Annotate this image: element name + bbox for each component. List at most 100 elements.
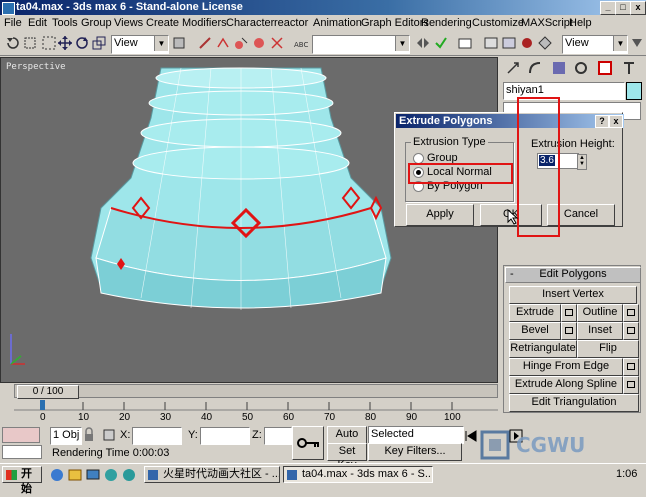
- taskbar-item-browser[interactable]: 火星时代动画大社区 - ...: [144, 466, 280, 483]
- bevel-button[interactable]: Bevel: [509, 322, 561, 340]
- z-coordinate-field[interactable]: [264, 427, 292, 445]
- quick-render-icon[interactable]: [628, 34, 646, 54]
- menu-group[interactable]: Group: [81, 16, 112, 30]
- align-icon[interactable]: [232, 34, 250, 54]
- auto-key-button[interactable]: Auto Key: [327, 426, 367, 454]
- mirror-icon[interactable]: [214, 34, 232, 54]
- menu-reactor[interactable]: reactor: [274, 16, 308, 30]
- menu-tools[interactable]: Tools: [52, 16, 78, 30]
- maxscript-output-mini[interactable]: [2, 445, 42, 459]
- schematic-icon[interactable]: [500, 34, 518, 54]
- menu-customize[interactable]: Customize: [472, 16, 524, 30]
- track-bar[interactable]: 0 10 20 30 40 50 60 70 80 90 100: [14, 399, 498, 425]
- help-button[interactable]: ?: [595, 115, 609, 128]
- x-coordinate-field[interactable]: [132, 427, 182, 445]
- mirror-tool-icon[interactable]: [414, 34, 432, 54]
- render-scene-icon[interactable]: [536, 34, 554, 54]
- selection-count: 1 Obj: [50, 427, 82, 445]
- viewport-label[interactable]: Perspective: [6, 62, 66, 72]
- set-key-mode-button[interactable]: [292, 426, 324, 460]
- quicklaunch-app-icon[interactable]: [102, 466, 120, 486]
- time-slider-thumb[interactable]: 0 / 100: [17, 385, 79, 399]
- align-tool-icon[interactable]: [432, 34, 450, 54]
- menu-help[interactable]: Help: [569, 16, 592, 30]
- outline-settings-icon[interactable]: [623, 304, 639, 322]
- taskbar-item-3dsmax[interactable]: ta04.max - 3ds max 6 - S...: [283, 466, 433, 483]
- hinge-from-edge-button[interactable]: Hinge From Edge: [509, 358, 623, 376]
- dialog-close-button[interactable]: x: [609, 115, 623, 128]
- outline-button[interactable]: Outline: [577, 304, 623, 322]
- menu-rendering[interactable]: Rendering: [421, 16, 472, 30]
- spinner-snap-icon[interactable]: [250, 34, 268, 54]
- modify-tab-icon[interactable]: [526, 59, 544, 79]
- menu-edit[interactable]: Edit: [28, 16, 47, 30]
- quicklaunch-ie-icon[interactable]: [48, 466, 66, 486]
- lock-selection-icon[interactable]: [80, 426, 98, 446]
- menu-modifiers[interactable]: Modifiers: [182, 16, 227, 30]
- bell-model: [90, 67, 392, 310]
- extrude-along-spline-button[interactable]: Extrude Along Spline: [509, 376, 623, 394]
- menu-create[interactable]: Create: [146, 16, 179, 30]
- menu-maxscript[interactable]: MAXScript: [521, 16, 573, 30]
- render-type-dropdown[interactable]: View ▼: [562, 35, 628, 54]
- hinge-settings-icon[interactable]: [623, 358, 639, 376]
- select-object-icon[interactable]: [22, 34, 40, 54]
- dialog-title-bar[interactable]: Extrude Polygons ? x: [396, 114, 624, 128]
- reference-coordinate-dropdown[interactable]: View ▼: [111, 35, 169, 54]
- bevel-settings-icon[interactable]: [561, 322, 577, 340]
- hierarchy-tab-icon[interactable]: [550, 59, 568, 79]
- rotate-icon[interactable]: [73, 34, 91, 54]
- close-button[interactable]: x: [630, 1, 646, 15]
- key-filter-selection-dropdown[interactable]: Selected: [368, 426, 464, 444]
- create-tab-icon[interactable]: [504, 59, 522, 79]
- menu-character[interactable]: Character: [226, 16, 274, 30]
- menu-views[interactable]: Views: [114, 16, 143, 30]
- move-icon[interactable]: [56, 34, 74, 54]
- curve-editor-icon[interactable]: [482, 34, 500, 54]
- snap-toggle-icon[interactable]: [268, 34, 286, 54]
- retriangulate-button[interactable]: Retriangulate: [509, 340, 577, 358]
- set-key-button[interactable]: Set Key: [327, 443, 367, 471]
- quicklaunch-outlook-icon[interactable]: [66, 466, 84, 486]
- utilities-tab-icon[interactable]: [620, 59, 638, 79]
- rollout-header[interactable]: - Edit Polygons: [505, 267, 641, 283]
- abc-icon[interactable]: ABC: [292, 34, 310, 54]
- extrude-settings-icon[interactable]: [561, 304, 577, 322]
- spinner-arrows-icon[interactable]: ▲ ▼: [577, 154, 587, 170]
- quicklaunch-desktop-icon[interactable]: [84, 466, 102, 486]
- named-selection-dropdown[interactable]: ▼: [312, 35, 410, 54]
- pivot-icon[interactable]: [170, 34, 188, 54]
- undo-icon[interactable]: [4, 34, 22, 54]
- menu-file[interactable]: File: [4, 16, 22, 30]
- layer-icon[interactable]: [456, 34, 474, 54]
- maxscript-listener-mini[interactable]: [2, 427, 40, 443]
- flip-button[interactable]: Flip: [577, 340, 639, 358]
- collapse-icon[interactable]: -: [510, 268, 514, 281]
- display-tab-icon[interactable]: [596, 59, 614, 79]
- object-color-swatch[interactable]: [626, 82, 642, 100]
- extrude-button[interactable]: Extrude: [509, 304, 561, 322]
- tick-label: 100: [444, 412, 461, 423]
- edit-triangulation-button[interactable]: Edit Triangulation: [509, 394, 639, 412]
- select-link-icon[interactable]: [196, 34, 214, 54]
- time-slider[interactable]: 0 / 100: [14, 384, 498, 399]
- chevron-down-icon: ▼: [154, 36, 168, 51]
- menu-animation[interactable]: Animation: [313, 16, 362, 30]
- transform-mode-icon[interactable]: [100, 426, 118, 446]
- scale-icon[interactable]: [90, 34, 108, 54]
- insert-vertex-button[interactable]: Insert Vertex: [509, 286, 637, 304]
- material-editor-icon[interactable]: [518, 34, 536, 54]
- y-coordinate-field[interactable]: [200, 427, 250, 445]
- apply-button[interactable]: Apply: [406, 204, 474, 226]
- radio-button[interactable]: [413, 152, 424, 164]
- minimize-button[interactable]: _: [600, 1, 616, 15]
- quicklaunch-max-icon[interactable]: [120, 466, 138, 486]
- maximize-button[interactable]: □: [615, 1, 631, 15]
- start-button[interactable]: 开始: [2, 466, 42, 495]
- extrude-spline-settings-icon[interactable]: [623, 376, 639, 394]
- key-filters-button[interactable]: Key Filters...: [368, 443, 462, 461]
- inset-settings-icon[interactable]: [623, 322, 639, 340]
- inset-button[interactable]: Inset: [577, 322, 623, 340]
- menu-graph-editors[interactable]: Graph Editors: [361, 16, 429, 30]
- motion-tab-icon[interactable]: [572, 59, 590, 79]
